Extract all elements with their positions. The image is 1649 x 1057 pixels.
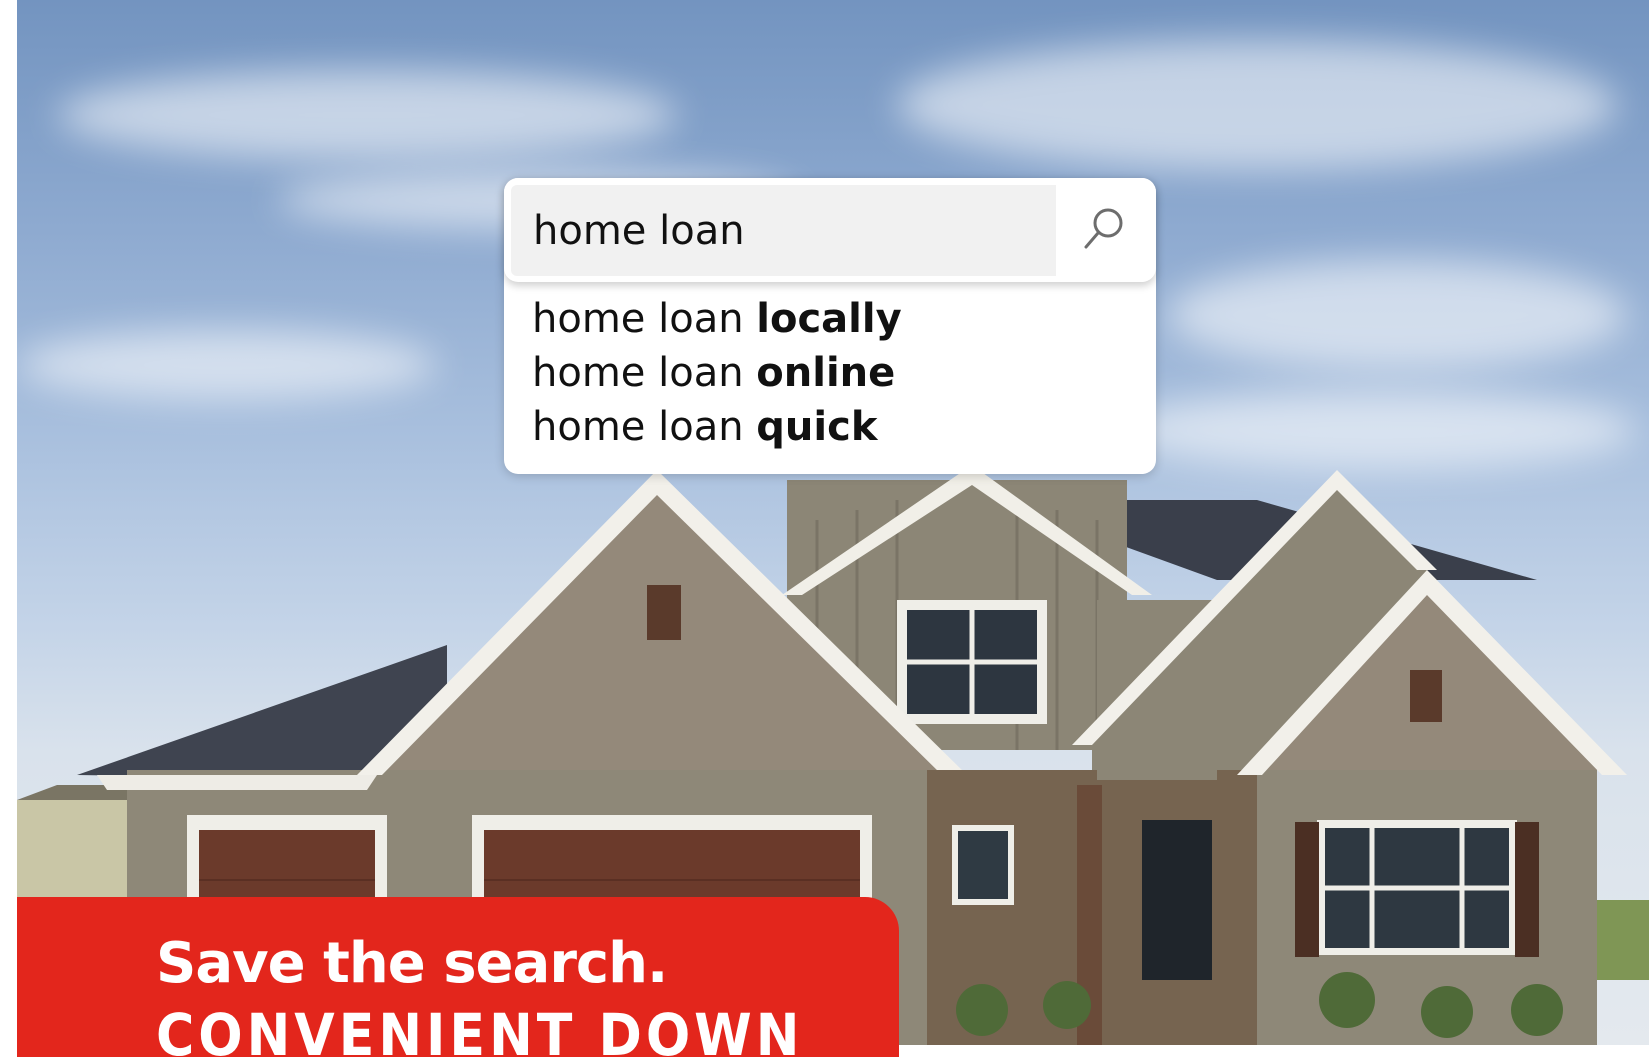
promo-headline: Save the search. (156, 931, 668, 996)
search-bar (504, 178, 1156, 282)
search-icon (1084, 208, 1123, 249)
suggestion-completion: online (756, 350, 896, 396)
suggestion-item[interactable]: home loan quick (532, 400, 1136, 454)
suggestion-item[interactable]: home loan online (532, 346, 1136, 400)
suggestion-list: home loan locally home loan online home … (532, 292, 1136, 454)
suggestion-completion: locally (756, 296, 902, 342)
promo-banner: Save the search. CONVENIENT DOWN (17, 897, 899, 1057)
search-button[interactable] (1069, 196, 1139, 262)
house-illustration (17, 465, 1649, 1045)
house-photo-background (17, 0, 1649, 1045)
promo-subhead: CONVENIENT DOWN (156, 1001, 804, 1057)
search-widget: home loan locally home loan online home … (504, 178, 1156, 474)
suggestion-prefix: home loan (532, 296, 757, 342)
search-input[interactable] (511, 185, 1056, 276)
suggestion-item[interactable]: home loan locally (532, 292, 1136, 346)
suggestion-prefix: home loan (532, 404, 757, 450)
suggestion-prefix: home loan (532, 350, 757, 396)
suggestion-completion: quick (756, 404, 878, 450)
